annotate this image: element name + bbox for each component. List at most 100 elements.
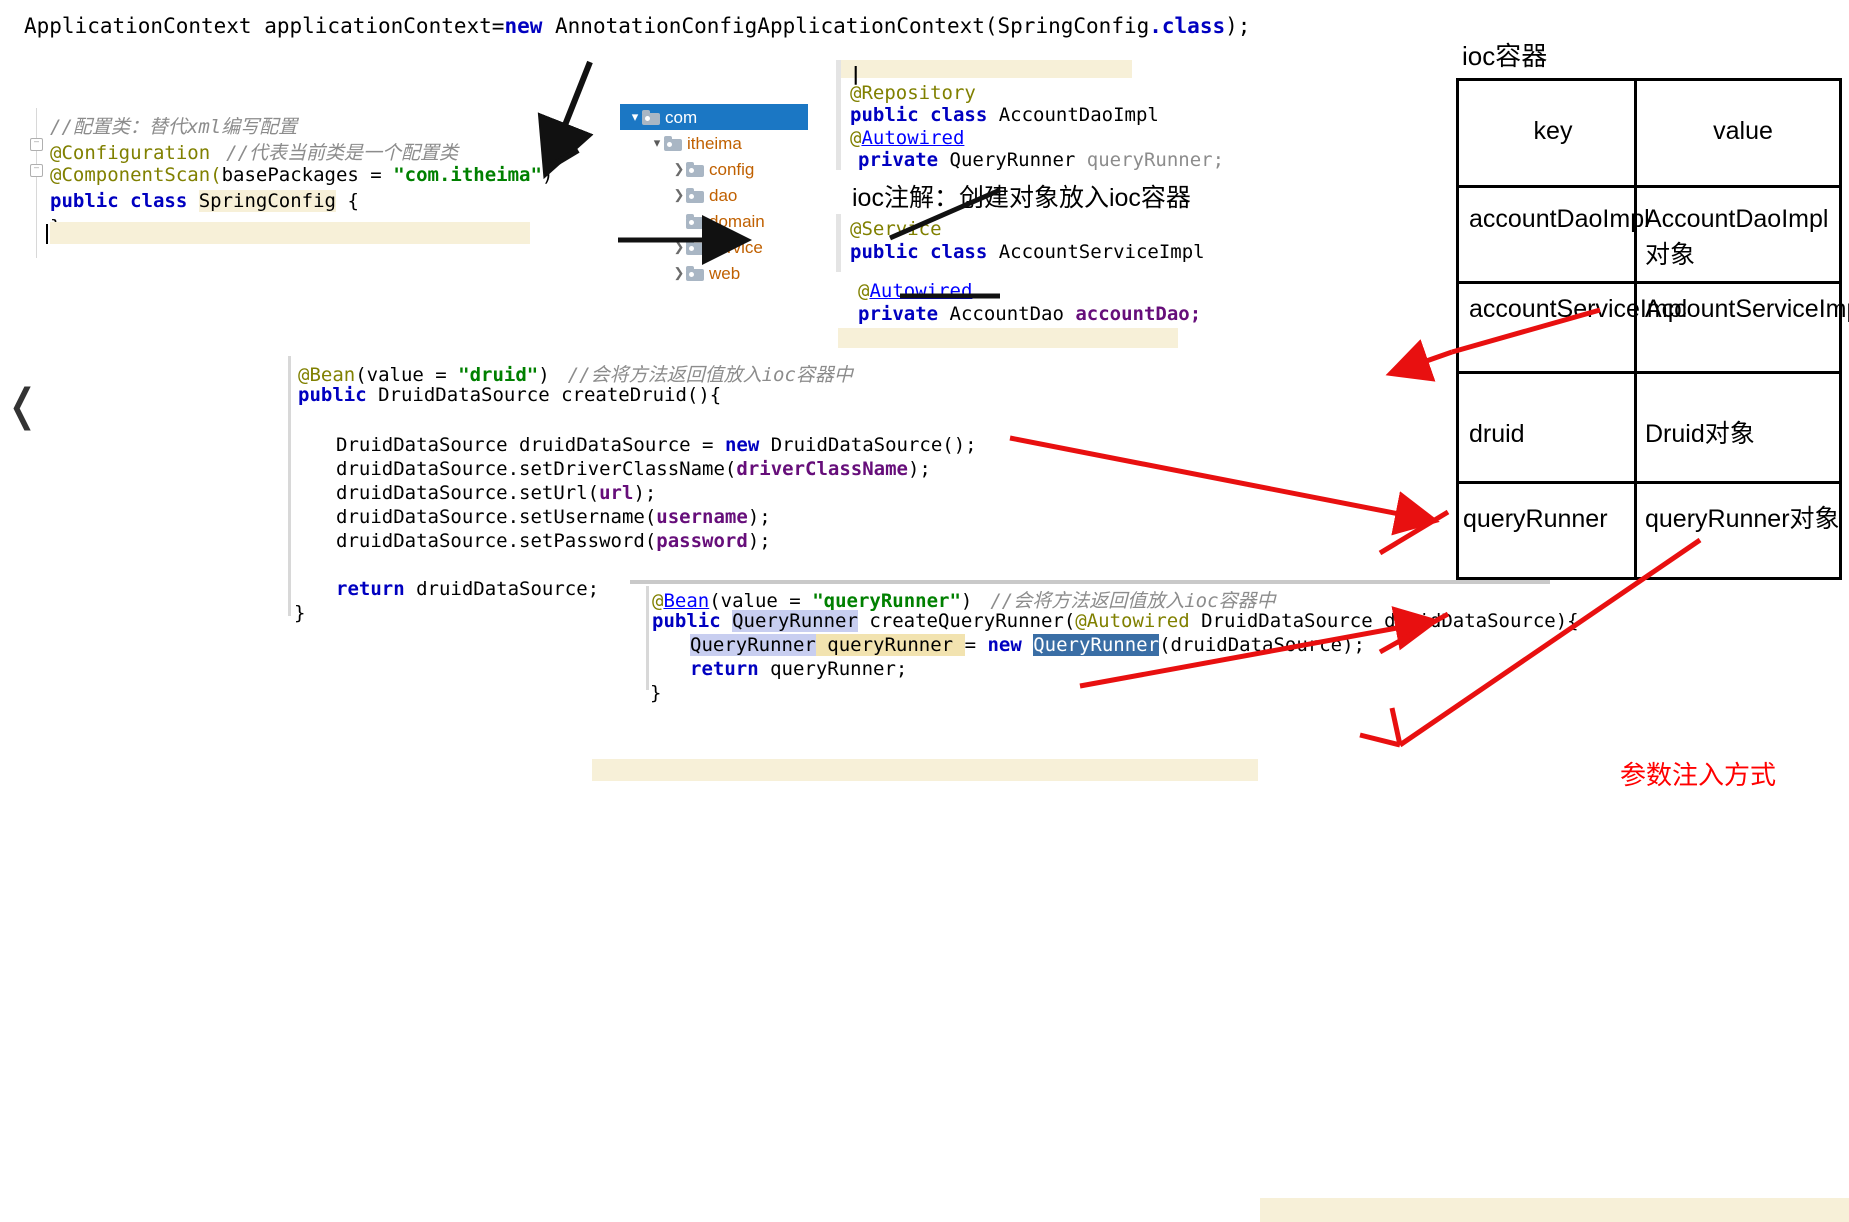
componentscan-close: ) <box>541 164 554 186</box>
set-url-call: druidDataSource.setUrl( <box>336 482 600 504</box>
repository-annotation: @Repository <box>850 82 976 104</box>
qr-method-params: DruidDataSource druidDataSource){ <box>1189 610 1579 632</box>
tree-item-label: config <box>709 160 755 179</box>
set-password-call: druidDataSource.setPassword( <box>336 530 657 552</box>
table-header-value: value <box>1713 117 1773 145</box>
tree-item-label: dao <box>709 186 738 205</box>
tree-item-label: domain <box>709 212 765 231</box>
bean-value-string: "queryRunner" <box>812 590 961 612</box>
arrow-druid-tail <box>1378 509 1450 556</box>
autowired-annotation[interactable]: Autowired <box>869 280 972 302</box>
chevron-right-icon[interactable]: ❯ <box>672 156 686 182</box>
set-url-close: ); <box>633 482 657 504</box>
table-row: druid <box>1469 420 1525 448</box>
folder-icon <box>642 110 660 125</box>
chevron-right-icon[interactable]: ❯ <box>672 260 686 286</box>
table-row: accountServiceImpl <box>1469 295 1688 323</box>
tree-item-domain[interactable]: domain <box>620 208 800 234</box>
qr-return-type: QueryRunner <box>732 610 858 632</box>
fold-marker-configuration[interactable] <box>30 138 43 151</box>
new-keyword: new <box>987 634 1022 656</box>
back-chevron-icon[interactable]: ❬ <box>4 380 41 431</box>
qr-var-type: QueryRunner <box>690 634 816 656</box>
druid-highlight-bar <box>592 759 1258 781</box>
chevron-placeholder-icon <box>672 208 686 234</box>
class-open-brace: { <box>336 190 359 212</box>
password-field: password <box>656 530 748 552</box>
service-class-name: AccountServiceImpl <box>998 241 1205 263</box>
arrow-druid-to-table <box>1009 435 1440 536</box>
tree-item-service[interactable]: ❯ service <box>620 234 800 260</box>
arrow-accountdao-to-table <box>1385 339 1453 382</box>
folder-icon <box>686 162 704 177</box>
class-name-springconfig: SpringConfig <box>198 190 336 212</box>
statement-pre: ApplicationContext applicationContext= <box>24 14 505 38</box>
service-class-keywords: public class <box>850 241 999 263</box>
druid-method-modifier: public <box>298 384 379 406</box>
dao-field-type: QueryRunner <box>949 149 1087 171</box>
tree-item-web[interactable]: ❯ web <box>620 260 800 286</box>
tree-item-com[interactable]: ▾ com <box>620 104 808 130</box>
componentscan-annotation: @ComponentScan( <box>50 164 222 186</box>
qr-method-close-brace: } <box>650 682 662 704</box>
bean-paren-open: ( <box>709 590 721 612</box>
pane-gutter <box>646 586 649 690</box>
project-tree[interactable]: ▾ com ▾ itheima ❯ config ❯ dao domain ❯ servi… <box>620 104 808 286</box>
bean-value-label: value = <box>366 364 459 386</box>
autowired-annotation[interactable]: Autowired <box>861 127 964 149</box>
qr-assign: = <box>964 634 988 656</box>
dao-field-modifier: private <box>858 149 950 171</box>
set-username-close: ); <box>747 506 771 528</box>
service-highlight-bar <box>838 328 1178 348</box>
druid-method-close-brace: } <box>294 602 306 624</box>
table-row: AccountServiceImpl对象 <box>1645 295 1849 323</box>
tree-item-dao[interactable]: ❯ dao <box>620 182 800 208</box>
tree-item-label: web <box>709 264 741 283</box>
set-username-call: druidDataSource.setUsername( <box>336 506 657 528</box>
componentscan-param: basePackages = <box>221 164 394 186</box>
return-value: queryRunner; <box>758 658 908 680</box>
service-field-line: private AccountDao accountDao; <box>858 303 1201 325</box>
pane-gutter <box>288 356 291 616</box>
qr-constructor-selected: QueryRunner <box>1033 634 1160 656</box>
bean-paren-close: ) <box>538 364 550 386</box>
application-context-statement: ApplicationContext applicationContext=ne… <box>24 14 1250 38</box>
table-row: accountDaoImpl <box>1469 205 1650 233</box>
bean-value-string: "druid" <box>458 364 539 386</box>
chevron-right-icon[interactable]: ❯ <box>672 182 686 208</box>
folder-icon <box>664 136 682 151</box>
table-row: AccountDaoImpl对象 <box>1645 205 1829 269</box>
bean-annotation: @Bean <box>298 364 356 386</box>
chevron-right-icon[interactable]: ❯ <box>672 234 686 260</box>
autowired-at: @ <box>850 127 862 149</box>
username-field: username <box>656 506 748 528</box>
table-row-divider <box>1459 281 1839 284</box>
tree-item-itheima[interactable]: ▾ itheima <box>620 130 800 156</box>
tree-item-label: com <box>665 108 698 127</box>
service-field-modifier: private <box>858 303 950 325</box>
table-column-divider <box>1634 81 1637 577</box>
folder-icon <box>686 188 704 203</box>
bean-annotation[interactable]: Bean <box>663 590 709 612</box>
new-keyword: new <box>504 14 543 38</box>
tree-item-label: service <box>709 238 763 257</box>
fold-marker-componentscan[interactable] <box>30 164 43 177</box>
table-row: queryRunner <box>1463 505 1608 533</box>
bean-comment: //会将方法返回值放入ioc容器中 <box>567 364 853 386</box>
bean-paren-close: ) <box>960 590 973 612</box>
class-declaration-keywords: public class <box>50 190 199 212</box>
qr-method-name: createQueryRunner( <box>857 610 1076 632</box>
set-password-close: ); <box>747 530 771 552</box>
dao-field-name: queryRunner; <box>1086 149 1225 171</box>
table-row-divider <box>1459 481 1839 484</box>
statement-post: AnnotationConfigApplicationContext(Sprin… <box>542 14 1150 38</box>
chevron-down-icon[interactable]: ▾ <box>628 104 642 130</box>
table-row-divider <box>1459 371 1839 374</box>
driver-class-name-field: driverClassName <box>736 458 908 480</box>
editor-caret <box>46 224 48 244</box>
qr-current-line-highlight <box>1260 1198 1849 1222</box>
dao-class-name: AccountDaoImpl <box>998 104 1159 126</box>
tree-item-config[interactable]: ❯ config <box>620 156 800 182</box>
chevron-down-icon[interactable]: ▾ <box>650 130 664 156</box>
pane-gutter <box>836 214 841 272</box>
